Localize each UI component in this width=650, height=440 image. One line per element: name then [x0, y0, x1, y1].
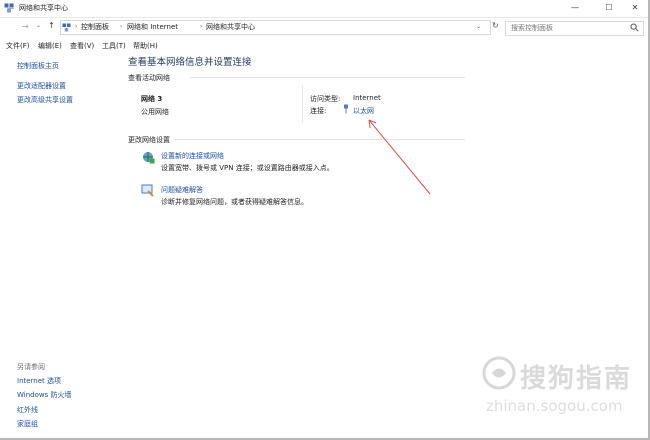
annotation-arrow-icon [368, 119, 431, 195]
title-bar [0, 0, 650, 18]
minimize-button[interactable]: — [560, 0, 590, 17]
sogou-logo-icon [482, 356, 516, 390]
troubleshoot-icon [141, 184, 154, 197]
refresh-icon[interactable]: ↻ [492, 21, 499, 30]
access-type-value: Internet [353, 94, 381, 102]
address-bar[interactable] [60, 20, 491, 35]
window-title: 网络和共享中心 [19, 4, 68, 12]
control-panel-home-link[interactable]: 控制面板主页 [17, 61, 59, 71]
ethernet-icon [344, 104, 348, 114]
up-arrow-icon[interactable]: ↑ [48, 21, 55, 30]
breadcrumb-control-panel[interactable]: 控制面板 [81, 22, 109, 32]
change-adapter-settings-link[interactable]: 更改适配器设置 [17, 81, 66, 91]
section-divider [190, 77, 465, 78]
breadcrumb-separator: › [75, 23, 78, 30]
menu-edit[interactable]: 编辑(E) [38, 41, 62, 51]
change-advanced-sharing-link[interactable]: 更改高级共享设置 [17, 95, 73, 105]
network-name: 网络 3 [141, 95, 163, 103]
breadcrumb-network-sharing-center[interactable]: 网络和共享中心 [206, 22, 255, 32]
change-network-settings-header: 更改网络设置 [128, 136, 170, 144]
menu-tools[interactable]: 工具(T) [102, 41, 126, 51]
network-type-link[interactable]: 公用网络 [141, 107, 169, 117]
vertical-divider [302, 86, 303, 122]
menu-help[interactable]: 帮助(H) [133, 41, 158, 51]
search-icon[interactable] [630, 23, 639, 32]
breadcrumb-separator: › [120, 23, 123, 30]
access-type-label: 访问类型: [310, 95, 341, 103]
address-dropdown-icon[interactable]: ⌄ [476, 23, 481, 30]
close-button[interactable]: ✕ [620, 0, 650, 17]
troubleshoot-link[interactable]: 问题疑难解答 [161, 185, 203, 195]
page-title: 查看基本网络信息并设置连接 [128, 57, 252, 68]
see-also-homegroup[interactable]: 家庭组 [17, 419, 38, 429]
forward-arrow-icon[interactable]: → [22, 22, 29, 31]
setup-new-connection-description: 设置宽带、拨号或 VPN 连接；或设置路由器或接入点。 [161, 164, 334, 172]
watermark-url: zhinan.sogou.com [486, 397, 623, 415]
breadcrumb-network-internet[interactable]: 网络和 Internet [127, 22, 178, 32]
menu-view[interactable]: 查看(V) [70, 41, 94, 51]
watermark-text: 搜狗指南 [520, 364, 633, 394]
see-also-infrared[interactable]: 红外线 [17, 405, 38, 415]
troubleshoot-description: 诊断并修复网络问题，或者获得疑难解答信息。 [161, 198, 308, 206]
control-panel-icon [62, 23, 71, 32]
search-placeholder[interactable]: 搜索控制面板 [511, 23, 553, 33]
menu-bar [0, 37, 650, 51]
setup-new-connection-link[interactable]: 设置新的连接或网络 [161, 151, 224, 161]
see-also-internet-options[interactable]: Internet 选项 [17, 376, 61, 386]
back-arrow-icon[interactable]: ← [8, 4, 15, 13]
active-networks-header: 查看活动网络 [128, 74, 170, 82]
connections-label: 连接: [310, 107, 327, 115]
see-also-windows-firewall[interactable]: Windows 防火墙 [17, 390, 71, 400]
new-connection-icon [143, 152, 155, 164]
see-also-heading: 另请参阅 [17, 363, 45, 371]
recent-locations-icon[interactable]: ⌄ [36, 22, 41, 29]
breadcrumb-separator: › [200, 23, 203, 30]
menu-file[interactable]: 文件(F) [6, 41, 30, 51]
